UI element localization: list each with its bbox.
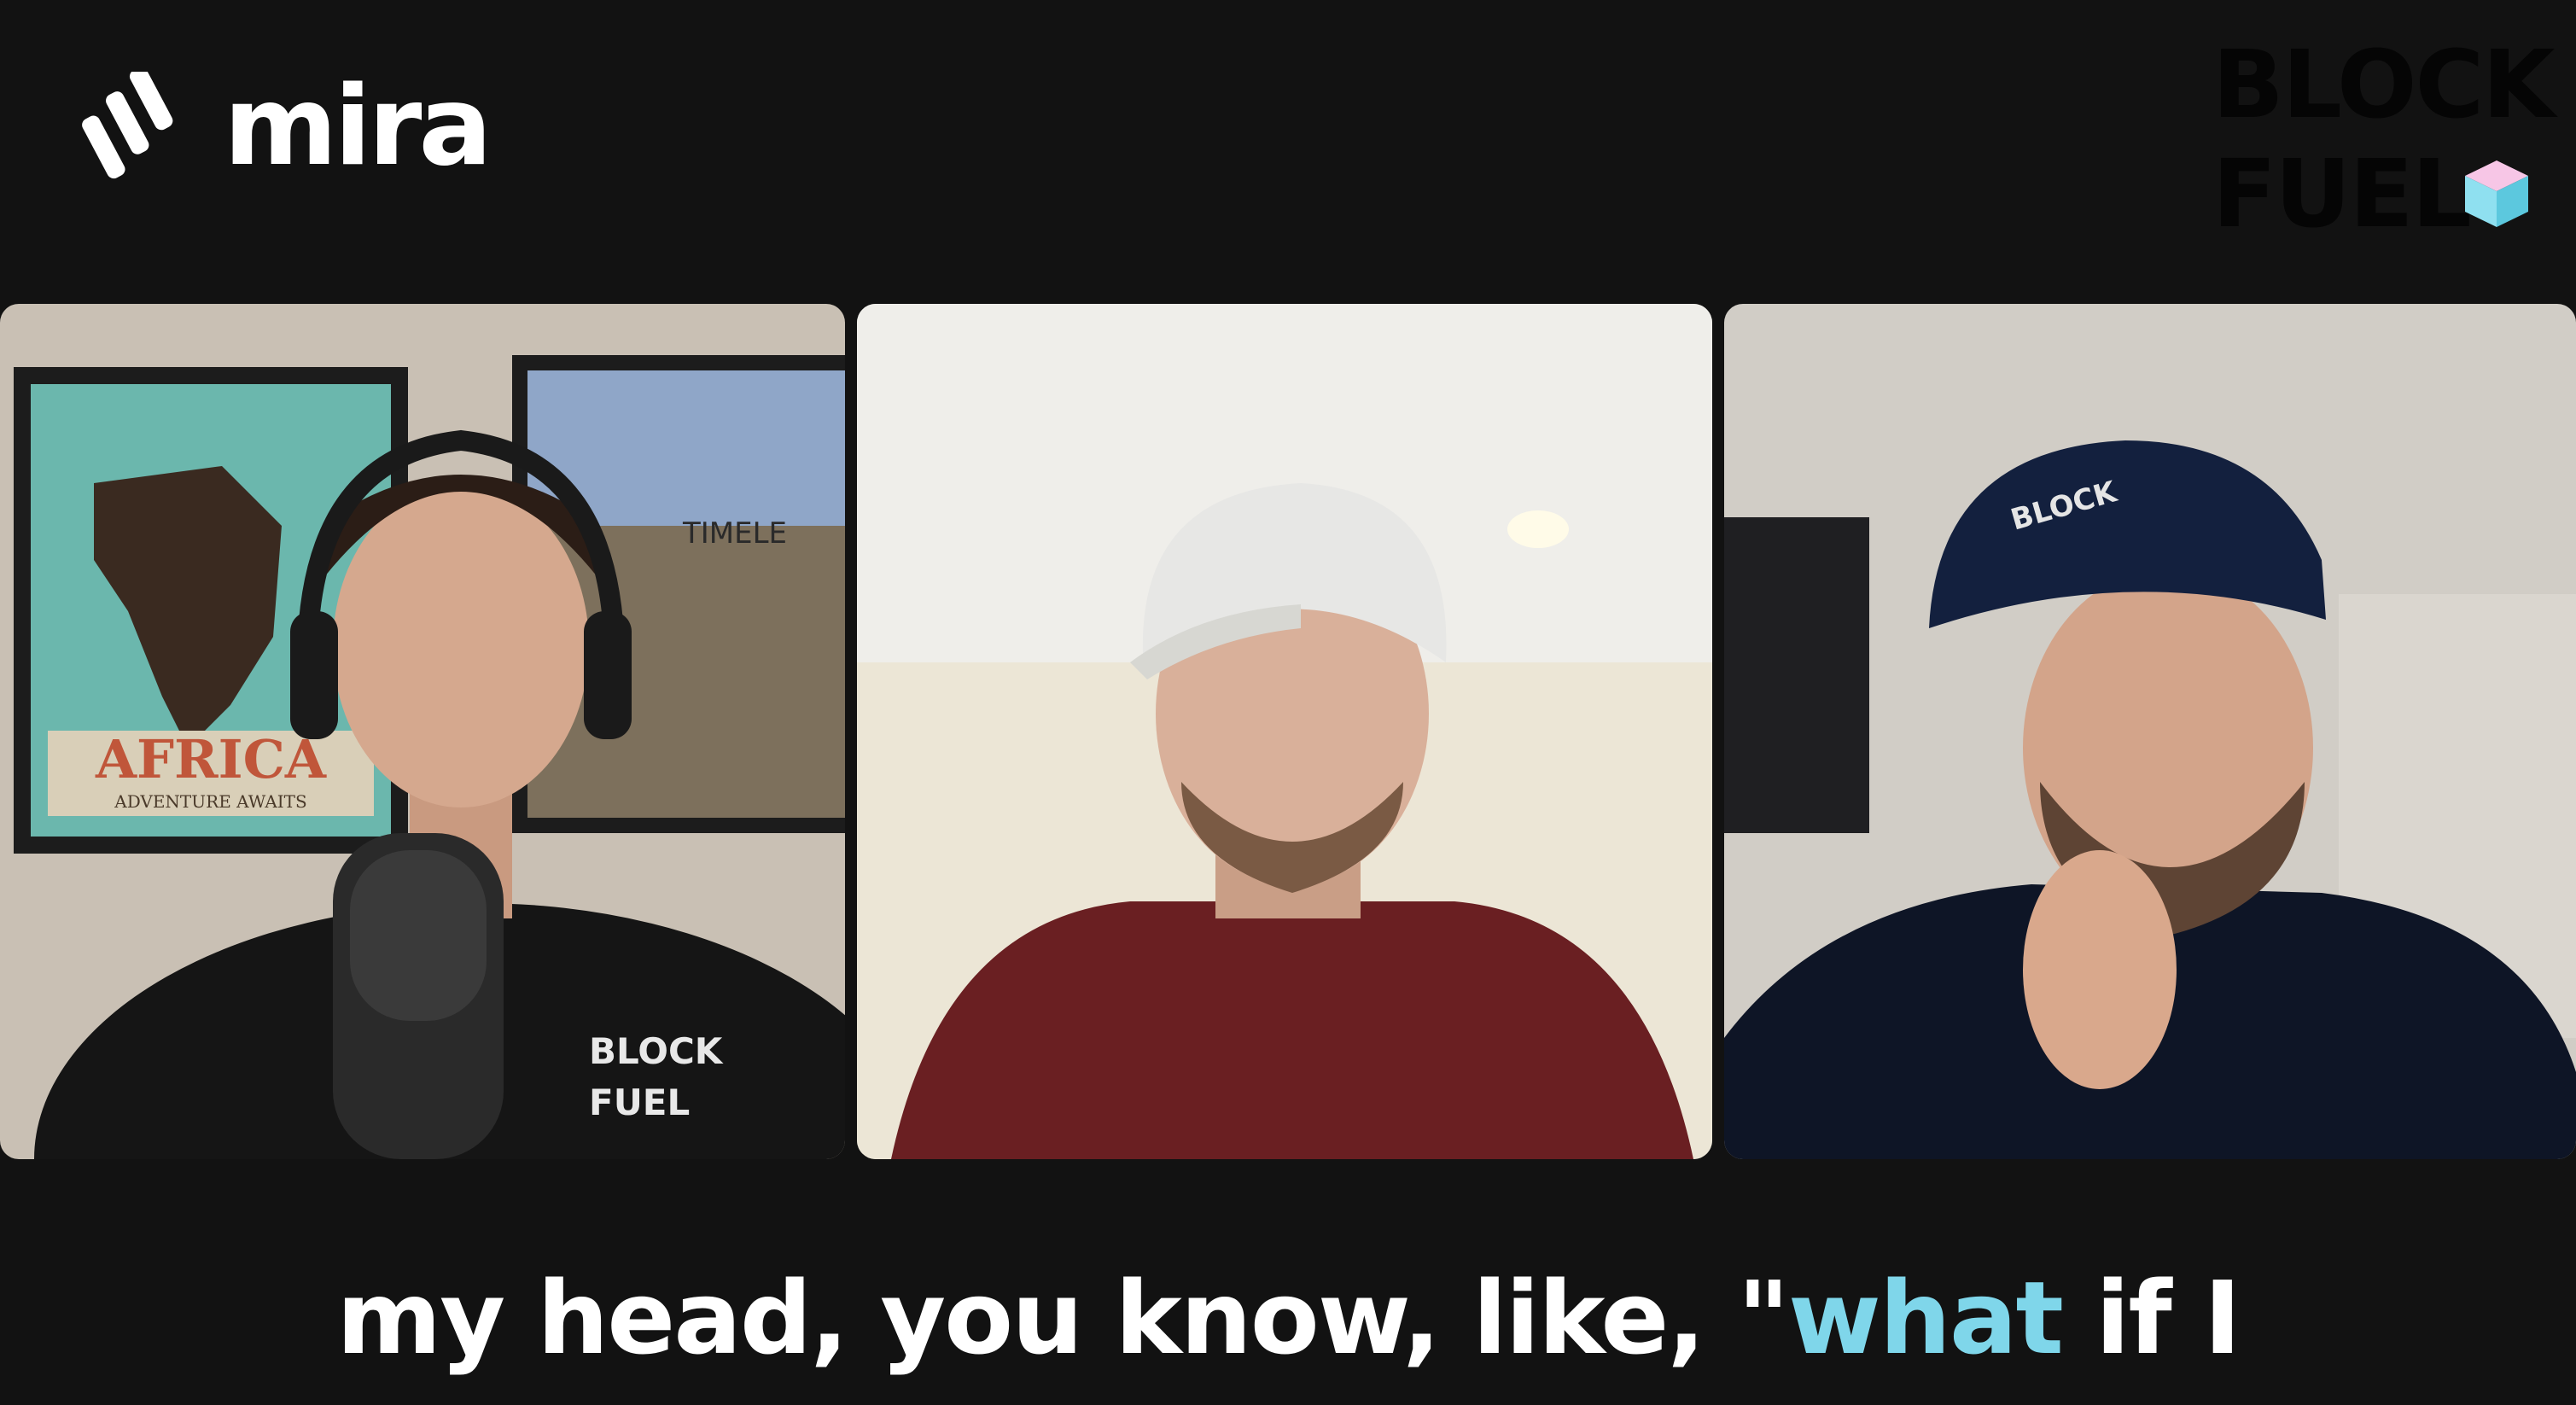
poster-subtitle: ADVENTURE AWAITS xyxy=(114,791,306,812)
mira-brand: mira xyxy=(82,63,492,190)
caption-text-before: my head, you know, like, " xyxy=(336,1259,1790,1377)
video-feed-1: AFRICA ADVENTURE AWAITS TIMELE BLOCK FUE… xyxy=(0,304,845,1159)
poster-title: AFRICA xyxy=(95,728,327,790)
participant-tile-3[interactable]: BLOCK xyxy=(1724,304,2576,1159)
shirt-text-line-2: FUEL xyxy=(589,1081,690,1123)
subtitle-caption: my head, you know, like, "what if I xyxy=(0,1262,2576,1374)
app-name: mira xyxy=(224,63,492,190)
cube-icon xyxy=(2465,160,2528,227)
shirt-text-line-1: BLOCK xyxy=(589,1030,724,1072)
participant-tile-1[interactable]: AFRICA ADVENTURE AWAITS TIMELE BLOCK FUE… xyxy=(0,304,845,1159)
watermark-line-1: BLOCK xyxy=(2212,30,2555,139)
participant-tile-2[interactable] xyxy=(857,304,1712,1159)
watermark-line-2: FUEL xyxy=(2212,139,2472,248)
video-feed-3: BLOCK xyxy=(1724,304,2576,1159)
blockfuel-watermark: BLOCK FUEL xyxy=(2212,38,2555,248)
caption-text-after: if I xyxy=(2061,1259,2241,1377)
poster-2-text: TIMELE xyxy=(682,516,787,551)
mira-stripes-logo-icon xyxy=(82,72,173,179)
caption-highlighted-word: what xyxy=(1787,1259,2064,1377)
video-feed-2 xyxy=(857,304,1712,1159)
